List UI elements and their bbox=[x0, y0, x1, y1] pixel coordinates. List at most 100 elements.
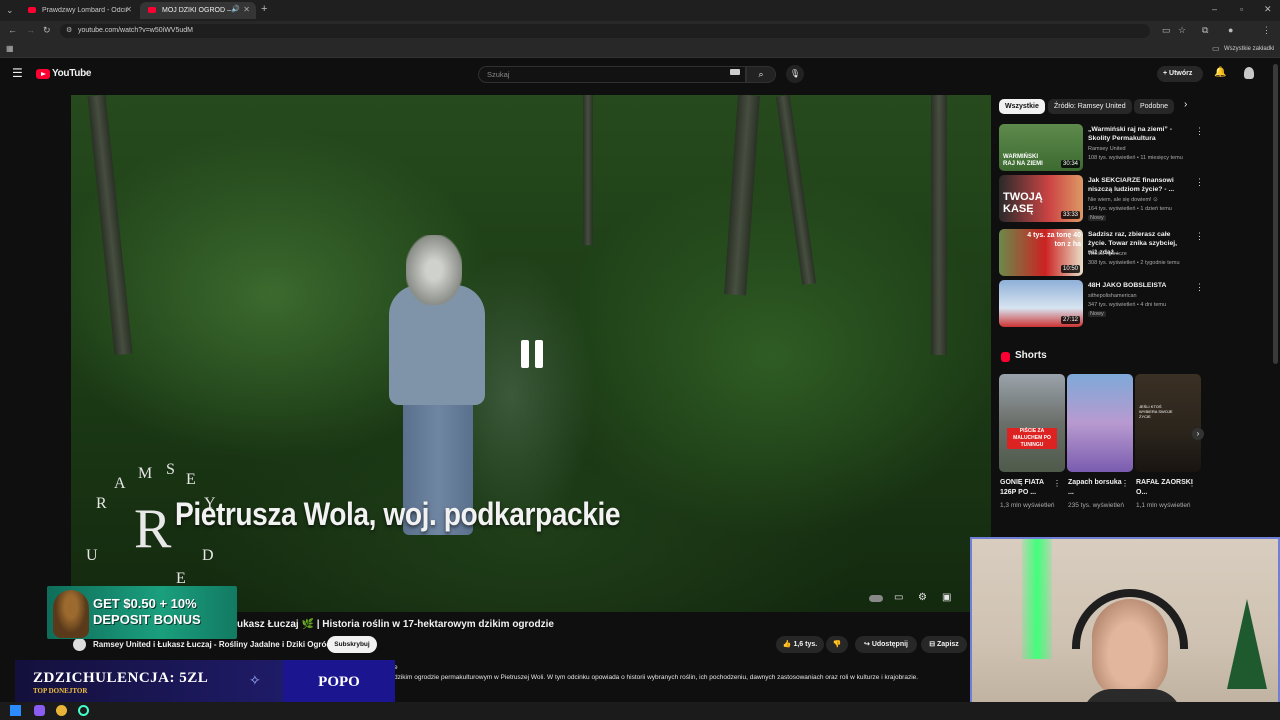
save-button[interactable]: ⊟ Zapisz bbox=[921, 636, 967, 653]
minimize-icon[interactable]: – bbox=[1212, 4, 1217, 14]
shorts-next-icon[interactable]: › bbox=[1192, 428, 1204, 440]
channel-name[interactable]: Ramsey United i Łukasz Łuczaj - Rośliny … bbox=[93, 640, 331, 649]
chrome-menu-icon[interactable]: ⋮ bbox=[1262, 25, 1271, 36]
channel-avatar[interactable] bbox=[73, 638, 86, 651]
subtitles-icon[interactable]: ▭ bbox=[894, 592, 903, 603]
short-thumbnail-text: PIŚCIE ZA MALUCHEM PO TUNINGU bbox=[1007, 428, 1057, 449]
video-thumbnail[interactable]: 27:12 bbox=[999, 280, 1083, 327]
cast-icon[interactable]: ▭ bbox=[1162, 25, 1171, 36]
more-options-icon[interactable]: ⋮ bbox=[1195, 282, 1204, 293]
more-options-icon[interactable]: ⋮ bbox=[1195, 231, 1204, 242]
site-info-icon[interactable]: ⚙ bbox=[66, 26, 72, 34]
more-options-icon[interactable]: ⋮ bbox=[1195, 126, 1204, 137]
recommendation-channel[interactable]: Nie wiem, ale się dowiem! ⊙ bbox=[1088, 196, 1158, 204]
apps-icon[interactable]: ▦ bbox=[6, 44, 14, 53]
chip-similar[interactable]: Podobne bbox=[1134, 99, 1175, 114]
recommendation-item[interactable]: TWOJĄ KASĘ 33:33 Jak SEKCIARZE finansowi… bbox=[999, 175, 1204, 223]
address-bar-url[interactable]: youtube.com/watch?v=w50iWV5udM bbox=[60, 24, 1150, 38]
recommendation-title[interactable]: „Warmiński raj na ziemi” - Skolity Perma… bbox=[1088, 125, 1188, 143]
close-tab-icon[interactable]: ✕ bbox=[125, 5, 132, 14]
short-title[interactable]: RAFAŁ ZAORSKI O... bbox=[1136, 478, 1196, 498]
youtube-logo-text[interactable]: YouTube bbox=[52, 68, 92, 79]
tab-prawdziwy-lombard[interactable]: Prawdziwy Lombard - Odcinek ✕ bbox=[20, 2, 138, 19]
folder-icon: ▭ bbox=[1212, 44, 1220, 53]
recommendation-item[interactable]: 27:12 48H JAKO BOBSLEISTA sithepolishame… bbox=[999, 280, 1204, 328]
webcam-overlay bbox=[970, 537, 1280, 712]
share-icon: ↪ bbox=[864, 641, 872, 648]
page-scrollbar[interactable] bbox=[1273, 64, 1278, 364]
more-options-icon[interactable]: ⋮ bbox=[1121, 479, 1129, 488]
video-description[interactable]: dzikim ogrodzie permakulturowym w Pietru… bbox=[394, 674, 918, 681]
recommendation-channel[interactable]: sithepolishamerican bbox=[1088, 292, 1137, 300]
chevron-right-icon[interactable]: › bbox=[1184, 99, 1187, 110]
short-thumbnail[interactable]: JEŚLI KTOŚ WYBIERA SWOJE ŻYCIE bbox=[1135, 374, 1201, 472]
back-icon[interactable]: ← bbox=[8, 25, 17, 35]
notifications-bell-icon[interactable]: 🔔 bbox=[1214, 67, 1226, 78]
account-avatar[interactable] bbox=[1244, 67, 1254, 79]
short-title[interactable]: GONIĘ FIATA 126P PO ... bbox=[1000, 478, 1060, 498]
chrome-icon[interactable] bbox=[56, 705, 67, 716]
person-hair bbox=[406, 235, 462, 305]
browser-tabstrip: ⌄ Prawdziwy Lombard - Odcinek ✕ MÓJ DZIK… bbox=[0, 0, 1280, 21]
share-button[interactable]: ↪ Udostępnij bbox=[855, 636, 917, 653]
app-icon[interactable] bbox=[34, 705, 45, 716]
short-title[interactable]: Zapach borsuka ... bbox=[1068, 478, 1128, 498]
casino-ad-overlay: GET $0.50 + 10% DEPOSIT BONUS bbox=[47, 586, 237, 639]
search-input[interactable]: Szukaj bbox=[478, 66, 746, 83]
autoplay-toggle[interactable] bbox=[869, 595, 883, 602]
more-options-icon[interactable]: ⋮ bbox=[1188, 479, 1196, 488]
short-thumbnail[interactable]: PIŚCIE ZA MALUCHEM PO TUNINGU bbox=[999, 374, 1065, 472]
hamburger-menu-icon[interactable]: ☰ bbox=[12, 66, 23, 80]
forward-icon[interactable]: → bbox=[26, 25, 35, 35]
short-thumbnail[interactable] bbox=[1067, 374, 1133, 472]
settings-gear-icon[interactable]: ⚙ bbox=[918, 592, 927, 603]
keyboard-icon[interactable] bbox=[730, 69, 740, 75]
close-window-icon[interactable]: ✕ bbox=[1264, 4, 1272, 15]
app-icon[interactable] bbox=[78, 705, 89, 716]
video-thumbnail[interactable]: 4 tys. za tonę 40 ton z ha 10:50 bbox=[999, 229, 1083, 276]
headset bbox=[1072, 589, 1188, 649]
profile-icon[interactable]: ● bbox=[1228, 25, 1233, 35]
donation-text: ZDZICHULENCJA: 5ZL bbox=[33, 670, 209, 686]
short-views: 1,3 mln wyświetleń bbox=[1000, 502, 1055, 509]
donation-subtitle: TOP DONEJTOR bbox=[33, 687, 88, 695]
pause-icon[interactable] bbox=[521, 340, 543, 368]
donor-name: POPO bbox=[283, 660, 395, 704]
audio-playing-icon[interactable]: 🔊 bbox=[231, 5, 240, 13]
christmas-tree bbox=[1227, 599, 1267, 689]
maximize-icon[interactable]: ▫ bbox=[1240, 4, 1243, 14]
voice-search-icon[interactable]: 🎙 bbox=[786, 65, 804, 83]
recommendation-channel[interactable]: Ramsey United bbox=[1088, 145, 1126, 153]
search-button[interactable]: ⌕ bbox=[746, 66, 776, 83]
create-button[interactable]: + Utwórz bbox=[1157, 66, 1203, 82]
recommendation-title[interactable]: Jak SEKCIARZE finansowi niszczą ludziom … bbox=[1088, 176, 1188, 194]
all-bookmarks-label[interactable]: Wszystkie zakładki bbox=[1224, 46, 1274, 52]
watermark-letter: D bbox=[202, 547, 214, 564]
tab-list-icon[interactable]: ⌄ bbox=[6, 5, 14, 16]
bookmark-star-icon[interactable]: ☆ bbox=[1178, 25, 1186, 36]
reload-icon[interactable]: ↻ bbox=[43, 25, 51, 36]
recommendation-title[interactable]: 48H JAKO BOBSLEISTA bbox=[1088, 281, 1188, 290]
recommendation-channel[interactable]: Wieści Rolnicze bbox=[1088, 250, 1127, 258]
tab-moj-dziki-ogrod[interactable]: MÓJ DZIKI OGRÓD – dzie 🔊 ✕ bbox=[140, 2, 256, 19]
video-thumbnail[interactable]: TWOJĄ KASĘ 33:33 bbox=[999, 175, 1083, 222]
watermark-letter: R bbox=[96, 495, 107, 512]
like-button[interactable]: 👍 1,6 tys. bbox=[776, 636, 824, 653]
miniplayer-icon[interactable]: ▣ bbox=[942, 592, 951, 603]
chip-all[interactable]: Wszystkie bbox=[999, 99, 1045, 114]
close-tab-icon[interactable]: ✕ bbox=[243, 5, 250, 14]
chip-source-ramsey[interactable]: Źródło: Ramsey United bbox=[1048, 99, 1132, 114]
dislike-button[interactable]: 👎 bbox=[826, 636, 848, 653]
video-thumbnail[interactable]: WARMIŃSKI RAJ NA ZIEMI 30:34 bbox=[999, 124, 1083, 171]
recommendation-item[interactable]: 4 tys. za tonę 40 ton z ha 10:50 Sadzisz… bbox=[999, 229, 1204, 277]
save-label: Zapisz bbox=[937, 641, 959, 648]
windows-start-icon[interactable] bbox=[10, 705, 21, 716]
more-options-icon[interactable]: ⋮ bbox=[1053, 479, 1061, 488]
video-title: ukasz Łuczaj 🌿 | Historia roślin w 17-he… bbox=[237, 619, 554, 630]
youtube-logo-icon[interactable] bbox=[36, 69, 50, 79]
new-tab-icon[interactable]: + bbox=[261, 3, 267, 15]
subscribe-button[interactable]: Subskrybuj bbox=[327, 636, 377, 653]
more-options-icon[interactable]: ⋮ bbox=[1195, 177, 1204, 188]
extensions-icon[interactable]: ⧉ bbox=[1202, 25, 1208, 36]
recommendation-item[interactable]: WARMIŃSKI RAJ NA ZIEMI 30:34 „Warmiński … bbox=[999, 124, 1204, 172]
